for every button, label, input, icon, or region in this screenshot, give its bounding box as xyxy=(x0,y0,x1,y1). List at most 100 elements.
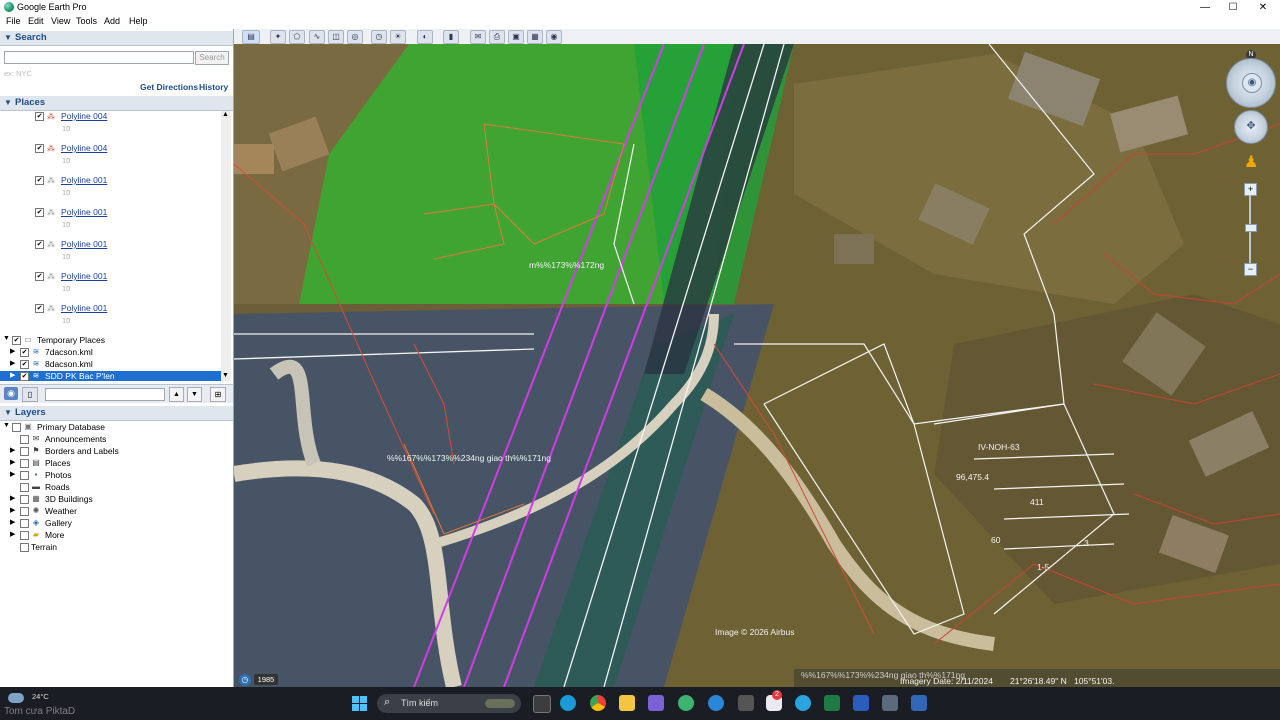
checkbox[interactable] xyxy=(12,423,21,432)
expand-icon[interactable]: ▶ xyxy=(10,530,15,538)
list-item[interactable]: ✔ ⁂ Polyline 004 10 xyxy=(0,143,221,173)
zoom-slider-handle[interactable] xyxy=(1245,224,1257,232)
telegram-icon[interactable] xyxy=(795,695,811,711)
app-icon-4[interactable] xyxy=(738,695,754,711)
polygon-icon[interactable]: ⬠ xyxy=(289,30,305,44)
start-icon[interactable] xyxy=(352,696,367,711)
checkbox[interactable]: ✔ xyxy=(35,304,44,313)
checkbox[interactable]: ✔ xyxy=(35,272,44,281)
menu-edit[interactable]: Edit xyxy=(28,16,44,26)
checkbox[interactable] xyxy=(20,531,29,540)
word-icon[interactable] xyxy=(853,695,869,711)
layer-item[interactable]: ▶ ◈ Gallery xyxy=(0,518,233,530)
checkbox[interactable] xyxy=(20,435,29,444)
save-image-icon[interactable]: ▣ xyxy=(508,30,524,44)
close-button[interactable]: ✕ xyxy=(1248,0,1278,15)
menu-view[interactable]: View xyxy=(51,16,70,26)
search-input[interactable] xyxy=(4,51,194,64)
list-item[interactable]: ✔ ⁂ Polyline 001 10 xyxy=(0,175,221,205)
sidebar-toggle-icon[interactable]: ▤ xyxy=(242,30,260,44)
menu-add[interactable]: Add xyxy=(104,16,120,26)
ruler-icon[interactable]: ▮ xyxy=(443,30,459,44)
weather-text[interactable]: Tom cưa PiktaD xyxy=(4,706,75,717)
sunlight-icon[interactable]: ☀ xyxy=(390,30,406,44)
places-filter-input[interactable] xyxy=(45,388,165,401)
path-icon[interactable]: ∿ xyxy=(309,30,325,44)
checkbox[interactable]: ✔ xyxy=(35,112,44,121)
scroll-up-icon[interactable]: ▲ xyxy=(222,111,229,118)
layer-item[interactable]: ▶ ▪ Photos xyxy=(0,470,233,482)
record-tour-icon[interactable]: ◎ xyxy=(347,30,363,44)
place-name[interactable]: Polyline 001 xyxy=(61,207,107,217)
look-control[interactable]: ◉ xyxy=(1226,58,1276,108)
checkbox[interactable]: ✔ xyxy=(20,372,29,381)
map-imagery[interactable] xyxy=(234,44,1280,687)
app-icon-5[interactable] xyxy=(882,695,898,711)
expand-icon[interactable]: ▼ xyxy=(3,335,10,342)
mail-icon[interactable]: 2 xyxy=(766,690,782,711)
list-item[interactable]: ✔ ⁂ Polyline 001 10 xyxy=(0,271,221,301)
minimize-button[interactable]: — xyxy=(1190,0,1220,15)
task-view-icon[interactable] xyxy=(533,695,551,713)
checkbox[interactable]: ✔ xyxy=(35,240,44,249)
menu-tools[interactable]: Tools xyxy=(76,16,97,26)
search-panel-header[interactable]: ▼ Search xyxy=(0,31,233,46)
place-name[interactable]: Polyline 001 xyxy=(61,175,107,185)
checkbox[interactable] xyxy=(20,495,29,504)
expand-icon[interactable]: ▶ xyxy=(10,518,15,526)
checkbox[interactable]: ✔ xyxy=(35,176,44,185)
image-overlay-icon[interactable]: ◫ xyxy=(328,30,344,44)
map-view[interactable]: m%%173%%172ng %%167%%173%%234ng giao th%… xyxy=(234,44,1280,687)
checkbox[interactable] xyxy=(20,471,29,480)
search-button[interactable]: Search xyxy=(195,51,229,65)
excel-icon[interactable] xyxy=(824,695,840,711)
place-name[interactable]: Polyline 004 xyxy=(61,143,107,153)
expand-icon[interactable]: ▶ xyxy=(10,494,15,502)
layer-root[interactable]: ▼ ▣ Primary Database xyxy=(0,422,233,434)
checkbox[interactable] xyxy=(20,507,29,516)
app-icon[interactable] xyxy=(648,695,664,711)
place-name[interactable]: Polyline 001 xyxy=(61,303,107,313)
list-item[interactable]: ✔ ⁂ Polyline 001 10 xyxy=(0,303,221,333)
list-item[interactable]: ▶ ✔ ≋ 8dacson.kml xyxy=(0,359,221,371)
planets-icon[interactable]: ◐ xyxy=(417,30,433,44)
move-control[interactable]: ✥ xyxy=(1234,110,1268,144)
add-folder-icon[interactable]: ⊞ xyxy=(210,387,226,402)
maximize-button[interactable]: ☐ xyxy=(1218,0,1248,15)
street-view-pegman-icon[interactable]: ♟ xyxy=(1244,152,1258,174)
layer-item[interactable]: ▶ ▦ 3D Buildings xyxy=(0,494,233,506)
menu-help[interactable]: Help xyxy=(129,16,148,26)
layer-item[interactable]: ▶ ✺ Weather xyxy=(0,506,233,518)
checkbox[interactable] xyxy=(20,459,29,468)
list-item[interactable]: ✔ ⁂ Polyline 001 10 xyxy=(0,239,221,269)
menu-file[interactable]: File xyxy=(6,16,21,26)
app-icon-6[interactable] xyxy=(911,695,927,711)
checkbox[interactable] xyxy=(20,543,29,552)
historical-imagery-icon[interactable]: ◷ xyxy=(371,30,387,44)
email-icon[interactable]: ✉ xyxy=(470,30,486,44)
expand-icon[interactable]: ▶ xyxy=(10,458,15,466)
get-directions-link[interactable]: Get Directions xyxy=(140,82,198,92)
zoom-out-button[interactable]: − xyxy=(1244,263,1257,276)
places-panel-header[interactable]: ▼ Places xyxy=(0,96,233,111)
move-up-icon[interactable]: ▲ xyxy=(169,387,184,402)
historical-year-badge[interactable]: 1985 xyxy=(254,674,278,685)
checkbox[interactable] xyxy=(20,519,29,528)
historical-imagery-icon[interactable]: ◷ xyxy=(239,674,251,686)
print-icon[interactable]: ⎙ xyxy=(489,30,505,44)
earth-view-icon[interactable]: ◉ xyxy=(546,30,562,44)
list-item-selected[interactable]: ▶ ✔ ≋ SDD PK Bac P'len xyxy=(0,371,221,381)
checkbox[interactable] xyxy=(20,447,29,456)
checkbox[interactable]: ✔ xyxy=(20,348,29,357)
edge-icon[interactable] xyxy=(560,695,576,711)
weather-temp[interactable]: 24°C xyxy=(32,692,49,701)
move-down-icon[interactable]: ▼ xyxy=(187,387,202,402)
layer-item[interactable]: ▬ Roads xyxy=(0,482,233,494)
expand-icon[interactable]: ▶ xyxy=(10,506,15,514)
expand-icon[interactable]: ▶ xyxy=(10,470,15,478)
list-item[interactable]: ▶ ✔ ≋ 7dacson.kml xyxy=(0,347,221,359)
layer-item[interactable]: ▶ ▤ Places xyxy=(0,458,233,470)
taskbar-search[interactable]: ⌕ Tìm kiếm xyxy=(377,694,521,713)
list-item[interactable]: ✔ ⁂ Polyline 001 10 xyxy=(0,207,221,237)
weather-icon[interactable] xyxy=(8,693,24,703)
